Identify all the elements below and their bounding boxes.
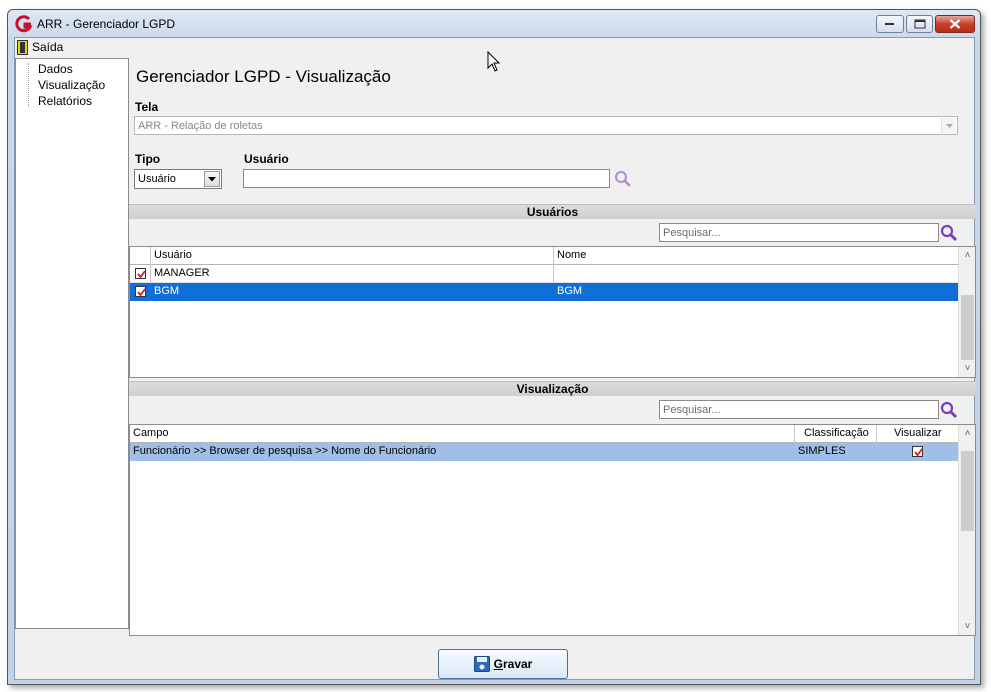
scroll-thumb[interactable] [961,295,974,360]
save-button[interactable]: Gravar [438,649,568,679]
search-icon[interactable] [940,224,958,242]
col-header-campo[interactable]: Campo [131,425,168,442]
close-icon [949,19,961,29]
minimize-button[interactable] [876,15,904,33]
tela-select-value: ARR - Relação de roletas [138,120,263,132]
visualizacao-grid: Campo Classificação Visualizar Funcionár… [129,424,976,636]
scroll-thumb[interactable] [961,451,974,531]
menu-exit[interactable]: Saída [17,39,63,55]
title-bar[interactable]: ARR - Gerenciador LGPD [8,10,980,37]
row-checkbox[interactable] [135,268,146,279]
tipo-select[interactable]: Usuário [134,169,222,189]
col-header-classificacao[interactable]: Classificação [802,425,869,442]
chevron-down-icon [946,124,953,128]
maximize-icon [914,19,925,29]
visualizacao-search-input[interactable]: Pesquisar... [659,400,939,419]
tree-item-relatorios[interactable]: Relatórios [38,94,92,108]
exit-door-icon [17,39,28,55]
client-area: Saída Dados Visualização Relatórios Gere… [14,37,976,680]
usuario-label: Usuário [244,152,289,166]
nav-tree: Dados Visualização Relatórios [15,58,129,629]
visualizar-checkbox[interactable] [912,446,923,457]
tree-item-visualizacao[interactable]: Visualização [38,78,105,92]
visualizacao-grid-header: Campo Classificação Visualizar [130,425,959,443]
tela-dropdown-button[interactable] [941,118,956,133]
cell-usuario: MANAGER [154,267,210,279]
usuarios-scrollbar[interactable]: ˄ ˅ [958,247,975,377]
visualizacao-search-placeholder: Pesquisar... [663,404,721,416]
scroll-down-icon[interactable]: ˅ [959,618,975,635]
usuarios-section-header: Usuários [129,204,976,219]
usuarios-grid-header: Usuário Nome [130,247,959,265]
page-title: Gerenciador LGPD - Visualização [136,67,391,86]
search-icon[interactable] [940,401,958,419]
tree-item-dados[interactable]: Dados [38,62,73,76]
cell-nome: BGM [557,285,583,297]
chevron-down-icon [208,177,216,182]
window-title: ARR - Gerenciador LGPD [37,17,176,31]
col-header-nome[interactable]: Nome [555,247,586,264]
scroll-down-icon[interactable]: ˅ [959,360,975,377]
table-row[interactable]: MANAGER [130,265,959,283]
app-logo-icon [15,15,33,33]
tela-select[interactable]: ARR - Relação de roletas [134,116,958,135]
mouse-cursor-icon [487,51,501,72]
app-window: ARR - Gerenciador LGPD Saída Dados Visua… [7,9,981,685]
cell-campo: Funcionário >> Browser de pesquisa >> No… [133,445,437,457]
minimize-icon [885,23,894,25]
usuarios-search-input[interactable]: Pesquisar... [659,223,939,242]
floppy-disk-icon [473,656,490,672]
table-row-selected[interactable]: BGM BGM [130,283,959,301]
cell-usuario: BGM [154,285,180,297]
close-button[interactable] [935,15,975,33]
table-row-selected[interactable]: Funcionário >> Browser de pesquisa >> No… [130,443,959,461]
save-button-label: Gravar [493,657,533,671]
tipo-dropdown-button[interactable] [204,171,220,187]
maximize-button[interactable] [906,15,933,33]
checkmark-icon [137,288,146,297]
checkmark-icon [914,448,923,457]
main-panel: Gerenciador LGPD - Visualização Tela ARR… [129,56,976,636]
usuarios-grid: Usuário Nome MANAGER BGM BGM ˄ ˅ [129,246,976,378]
cell-classificacao: SIMPLES [798,445,846,457]
visualizacao-section-header: Visualização [129,381,976,396]
tipo-select-value: Usuário [138,173,176,185]
menu-exit-label: Saída [32,40,64,54]
col-header-usuario[interactable]: Usuário [152,247,192,264]
tree-connector [28,63,29,107]
checkmark-icon [137,270,146,279]
row-checkbox[interactable] [135,286,146,297]
search-user-icon[interactable] [614,170,632,188]
tela-label: Tela [135,100,159,114]
usuarios-search-placeholder: Pesquisar... [663,227,721,239]
col-header-visualizar[interactable]: Visualizar [892,425,942,442]
tipo-label: Tipo [135,152,161,166]
usuario-input[interactable] [243,169,610,188]
scroll-up-icon[interactable]: ˄ [959,247,975,264]
visualizacao-scrollbar[interactable]: ˄ ˅ [958,425,975,635]
scroll-up-icon[interactable]: ˄ [959,425,975,442]
